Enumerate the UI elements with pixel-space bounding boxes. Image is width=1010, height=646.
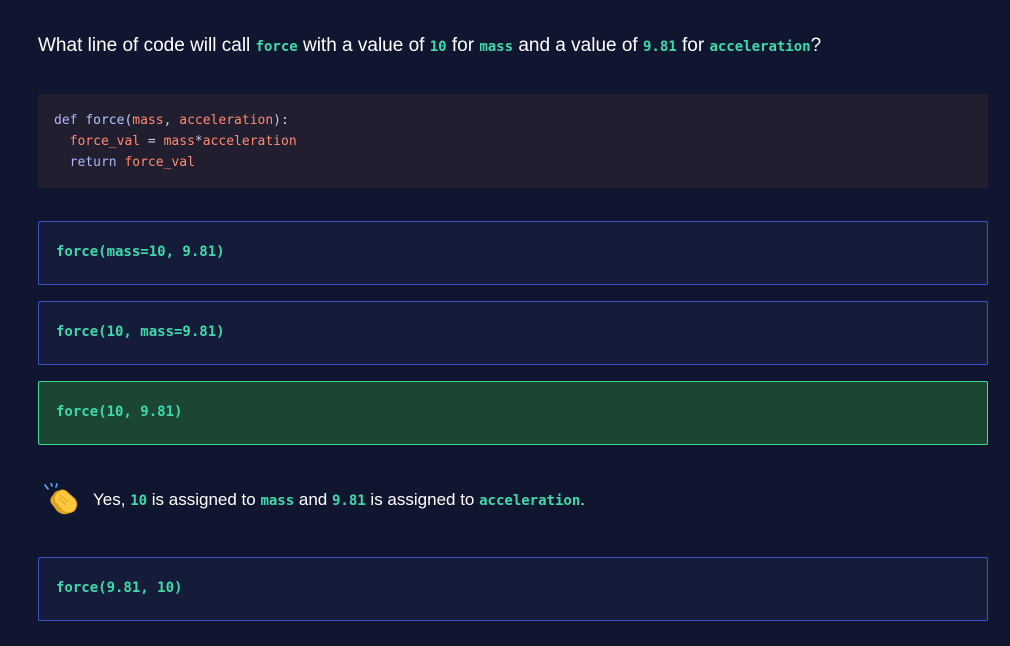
clapping-hands-icon — [44, 482, 80, 517]
code-variable: acceleration — [202, 134, 297, 149]
inline-code-value: 9.81 — [331, 493, 366, 509]
answer-option-4[interactable]: force(9.81, 10) — [38, 557, 988, 621]
feedback-text: Yes, 10 is assigned to mass and 9.81 is … — [93, 490, 585, 511]
inline-code-value: 10 — [130, 493, 148, 509]
code-line-2: force_val = mass*acceleration — [54, 131, 972, 152]
code-line-3: return force_val — [54, 152, 972, 173]
code-param: acceleration — [179, 113, 274, 128]
answer-option-label: force(mass=10, 9.81) — [56, 244, 225, 260]
answer-option-3-correct[interactable]: force(10, 9.81) — [38, 381, 988, 445]
question-part: with a value of — [297, 35, 430, 56]
question-part: for — [446, 35, 480, 56]
code-param: mass — [132, 113, 164, 128]
code-variable: mass — [163, 134, 195, 149]
feedback-message: Yes, 10 is assigned to mass and 9.81 is … — [44, 482, 944, 517]
inline-code-param: acceleration — [479, 493, 581, 509]
answer-option-label: force(10, mass=9.81) — [56, 324, 225, 340]
code-function-name: force — [85, 113, 125, 128]
question-part: and a value of — [513, 35, 643, 56]
inline-code-value: 10 — [429, 39, 447, 55]
inline-code-param: acceleration — [709, 39, 811, 55]
inline-code-param: mass — [260, 493, 295, 509]
question-text: What line of code will call force with a… — [38, 34, 821, 59]
inline-code-param: mass — [479, 39, 514, 55]
feedback-part: is assigned to — [365, 490, 480, 509]
code-keyword: return — [69, 155, 125, 170]
question-part: ? — [810, 35, 822, 56]
feedback-part: and — [294, 490, 332, 509]
answer-option-label: force(9.81, 10) — [56, 580, 183, 596]
answer-option-label: force(10, 9.81) — [56, 404, 183, 420]
code-block: def force(mass, acceleration): force_val… — [38, 94, 988, 188]
feedback-part: Yes, — [93, 490, 131, 509]
inline-code-function: force — [255, 39, 298, 55]
quiz-page: What line of code will call force with a… — [0, 0, 1010, 646]
inline-code-value: 9.81 — [642, 39, 677, 55]
code-operator: = — [140, 134, 164, 149]
question-part: for — [676, 35, 710, 56]
answer-option-2[interactable]: force(10, mass=9.81) — [38, 301, 988, 365]
code-variable: force_val — [124, 155, 195, 170]
code-punct: , — [163, 113, 180, 128]
feedback-part: is assigned to — [147, 490, 261, 509]
code-variable: force_val — [69, 134, 141, 149]
code-punct: ): — [273, 113, 289, 128]
question-part: What line of code will call — [38, 35, 256, 56]
feedback-part: . — [580, 490, 585, 509]
code-operator: * — [194, 134, 203, 149]
code-line-1: def force(mass, acceleration): — [54, 110, 972, 131]
answer-option-1[interactable]: force(mass=10, 9.81) — [38, 221, 988, 285]
code-keyword: def — [54, 113, 86, 128]
